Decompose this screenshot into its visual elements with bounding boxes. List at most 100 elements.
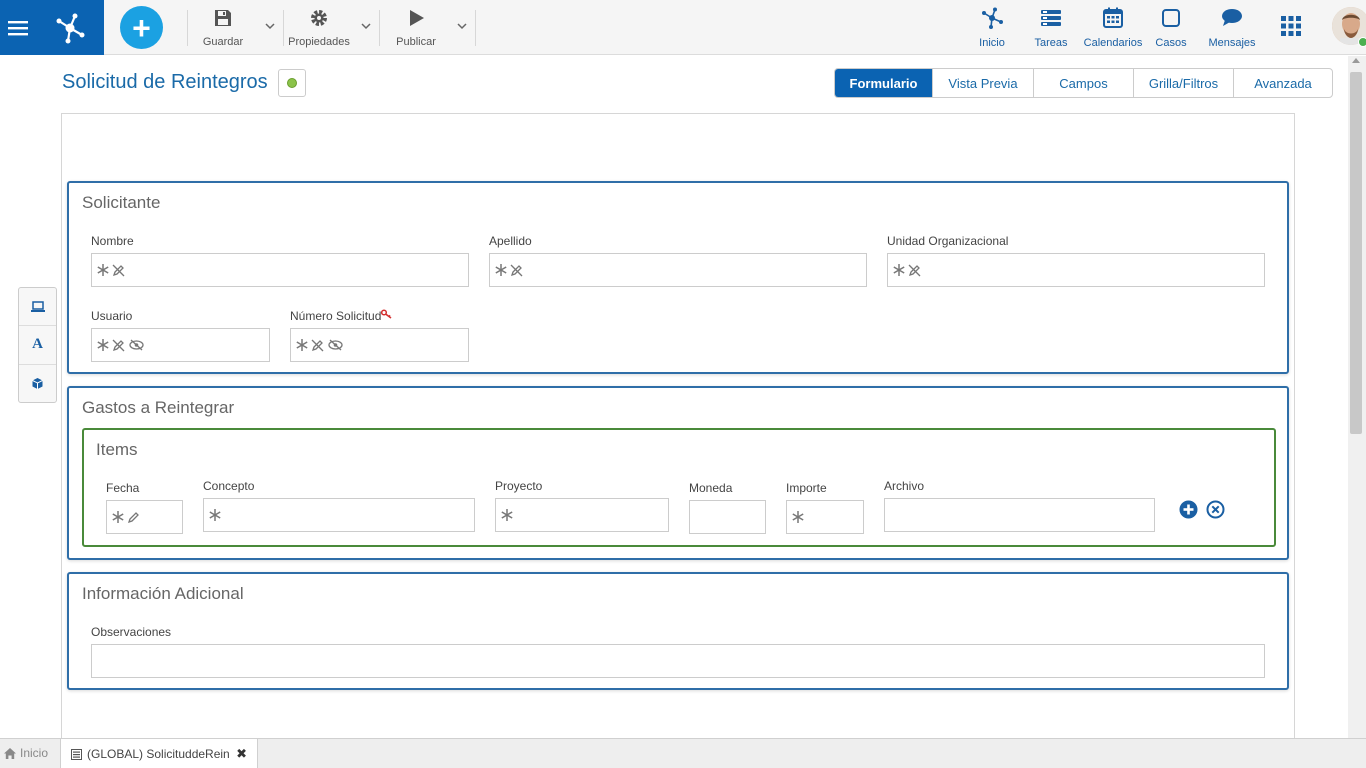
scrollbar-thumb[interactable]	[1350, 72, 1362, 434]
eye-hidden-icon	[328, 339, 343, 351]
subsection-items[interactable]: Items Fecha Concepto Proyecto Moneda Imp…	[82, 428, 1276, 547]
required-asterisk-icon	[792, 511, 804, 523]
section-informacion-adicional[interactable]: Información Adicional Observaciones	[67, 572, 1289, 690]
field-label-unidad: Unidad Organizacional	[887, 234, 1009, 248]
play-icon	[410, 10, 424, 26]
network-icon	[982, 7, 1003, 29]
required-asterisk-icon	[97, 264, 109, 276]
observaciones-field[interactable]	[91, 644, 1265, 678]
add-row-icon[interactable]	[1179, 500, 1198, 519]
nav-calendarios[interactable]: Calendarios	[1082, 7, 1144, 49]
nav-label: Tareas	[1034, 37, 1068, 49]
archivo-field[interactable]	[884, 498, 1155, 532]
section-title: Información Adicional	[82, 584, 244, 603]
bottom-tab-active[interactable]: (GLOBAL) SolicituddeRein ✖	[60, 739, 258, 768]
nav-casos[interactable]: Casos	[1152, 7, 1190, 49]
toolbar-separator	[283, 10, 284, 46]
pencil-disabled-icon	[112, 264, 125, 276]
message-icon	[1222, 9, 1242, 26]
moneda-field[interactable]	[689, 500, 766, 534]
nav-tareas[interactable]: Tareas	[1031, 7, 1071, 49]
bottom-tab-home[interactable]: Inicio	[4, 746, 48, 760]
importe-field[interactable]	[786, 500, 864, 534]
properties-button[interactable]: Propiedades	[287, 8, 351, 48]
column-label-fecha: Fecha	[106, 481, 140, 495]
publish-button[interactable]: Publicar	[393, 8, 439, 48]
pencil-disabled-icon	[112, 339, 125, 351]
form-status-button[interactable]	[278, 69, 306, 97]
pencil-disabled-icon	[311, 339, 324, 351]
nombre-field[interactable]	[91, 253, 469, 287]
nav-inicio[interactable]: Inicio	[972, 7, 1012, 49]
status-dot-icon	[287, 78, 297, 88]
tasks-icon	[1041, 10, 1061, 26]
required-asterisk-icon	[501, 509, 513, 521]
document-list-icon	[71, 748, 82, 760]
section-title: Gastos a Reintegrar	[82, 398, 235, 417]
key-icon	[381, 309, 392, 319]
section-title: Solicitante	[82, 193, 161, 212]
add-new-button[interactable]: +	[120, 6, 163, 49]
plus-icon: +	[132, 9, 151, 46]
required-asterisk-icon	[296, 339, 308, 351]
gear-icon	[311, 10, 327, 26]
nav-mensajes[interactable]: Mensajes	[1206, 7, 1258, 49]
box-icon	[32, 377, 43, 389]
field-label-nombre: Nombre	[91, 234, 134, 248]
column-label-importe: Importe	[786, 481, 827, 495]
app-logo[interactable]	[36, 0, 104, 55]
remove-row-icon[interactable]	[1206, 500, 1225, 519]
logo-icon	[56, 13, 85, 43]
toolbar-separator	[379, 10, 380, 46]
tab-vista-previa[interactable]: Vista Previa	[933, 69, 1034, 97]
close-icon[interactable]: ✖	[236, 746, 247, 762]
section-solicitante[interactable]: Solicitante Nombre Apellido Unidad Organ…	[67, 181, 1289, 374]
side-toolbox: A	[18, 287, 57, 403]
concepto-field[interactable]	[203, 498, 475, 532]
required-asterisk-icon	[495, 264, 507, 276]
usuario-field[interactable]	[91, 328, 270, 362]
required-asterisk-icon	[893, 264, 905, 276]
field-label-numero-solicitud: Número Solicitud	[290, 309, 393, 323]
field-label-apellido: Apellido	[489, 234, 532, 248]
scroll-up-arrow[interactable]	[1352, 58, 1360, 63]
tab-grilla-filtros[interactable]: Grilla/Filtros	[1134, 69, 1234, 97]
save-icon	[215, 10, 231, 26]
top-toolbar: + Guardar Propiedades Publicar Inicio Ta…	[0, 0, 1366, 55]
save-label: Guardar	[202, 36, 244, 48]
hamburger-menu-button[interactable]	[0, 0, 36, 55]
nav-label: Calendarios	[1083, 37, 1143, 49]
apellido-field[interactable]	[489, 253, 867, 287]
section-gastos[interactable]: Gastos a Reintegrar Items Fecha Concepto…	[67, 386, 1289, 560]
proyecto-field[interactable]	[495, 498, 669, 532]
required-asterisk-icon	[209, 509, 221, 521]
side-tool-box[interactable]	[19, 365, 56, 402]
numero-solicitud-field[interactable]	[290, 328, 469, 362]
tab-campos[interactable]: Campos	[1034, 69, 1134, 97]
tab-avanzada[interactable]: Avanzada	[1234, 69, 1332, 97]
fecha-field[interactable]	[106, 500, 183, 534]
eye-hidden-icon	[129, 339, 144, 351]
pencil-disabled-icon	[908, 264, 921, 276]
save-button[interactable]: Guardar	[200, 8, 246, 48]
subsection-title: Items	[96, 440, 138, 459]
toolbar-separator	[475, 10, 476, 46]
chevron-down-icon[interactable]	[360, 20, 372, 32]
nav-label: Mensajes	[1208, 37, 1256, 49]
apps-grid-icon[interactable]	[1281, 16, 1301, 36]
chevron-down-icon[interactable]	[264, 20, 276, 32]
unidad-organizacional-field[interactable]	[887, 253, 1265, 287]
chevron-down-icon[interactable]	[456, 20, 468, 32]
pencil-disabled-icon	[510, 264, 523, 276]
hamburger-icon	[8, 20, 28, 35]
home-tab-label: Inicio	[20, 746, 49, 760]
nav-label: Casos	[1155, 37, 1187, 49]
publish-label: Publicar	[396, 36, 436, 48]
column-label-archivo: Archivo	[884, 479, 925, 493]
active-tab-label: (GLOBAL) SolicituddeRein	[87, 747, 230, 761]
side-tool-text[interactable]: A	[19, 326, 56, 365]
side-tool-monitor[interactable]	[19, 288, 56, 327]
column-label-proyecto: Proyecto	[495, 479, 543, 493]
tab-formulario[interactable]: Formulario	[835, 69, 933, 97]
column-label-concepto: Concepto	[203, 479, 255, 493]
